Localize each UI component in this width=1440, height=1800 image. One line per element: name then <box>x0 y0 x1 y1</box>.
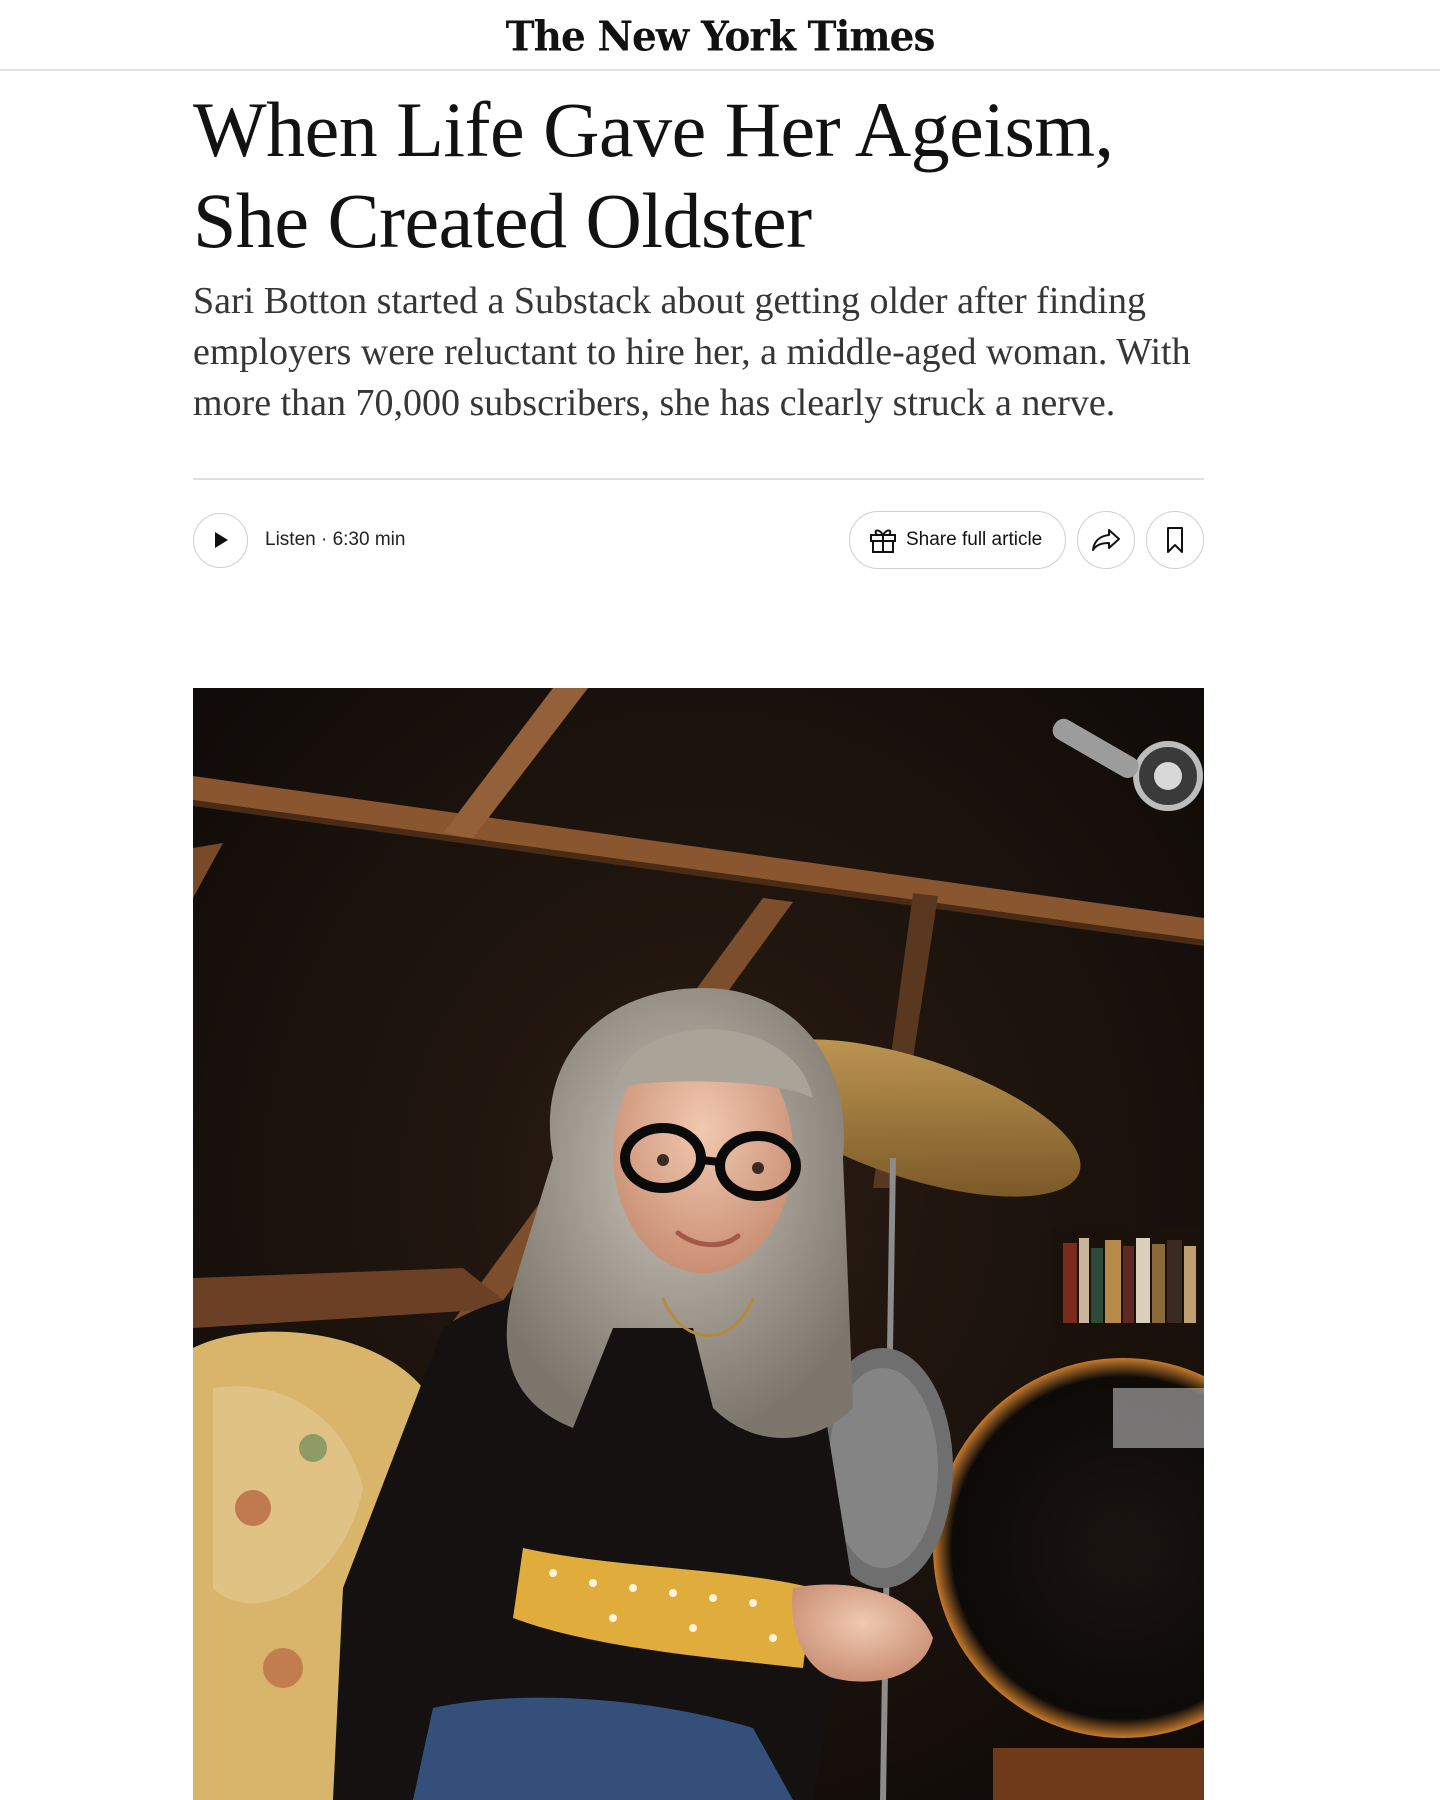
bookmark-icon <box>1167 527 1183 553</box>
share-button[interactable] <box>1077 511 1135 569</box>
gift-icon <box>868 525 898 555</box>
share-full-article-label: Share full article <box>906 529 1043 550</box>
article-header: When Life Gave Her Ageism, She Created O… <box>193 71 1204 569</box>
listen-duration-label: Listen · 6:30 min <box>265 529 406 550</box>
article-toolbar: Listen · 6:30 min Share full article <box>193 511 1204 569</box>
headline: When Life Gave Her Ageism, She Created O… <box>193 84 1204 266</box>
play-icon <box>214 532 228 548</box>
nyt-logo[interactable]: The New York Times <box>506 12 936 60</box>
headline-line-1: When Life Gave Her Ageism, <box>193 86 1114 173</box>
listen-control[interactable]: Listen · 6:30 min <box>193 512 406 568</box>
article-summary: Sari Botton started a Substack about get… <box>193 280 1191 424</box>
bookmark-button[interactable] <box>1146 511 1204 569</box>
headline-line-2: She Created Oldster <box>193 177 812 264</box>
divider <box>193 478 1204 480</box>
share-arrow-icon <box>1092 529 1120 551</box>
portrait-image <box>193 688 1204 1800</box>
article-actions: Share full article <box>849 511 1204 569</box>
share-full-article-button[interactable]: Share full article <box>849 511 1066 569</box>
masthead: The New York Times <box>0 0 1440 71</box>
lead-photo <box>193 688 1204 1800</box>
play-button[interactable] <box>193 512 248 568</box>
